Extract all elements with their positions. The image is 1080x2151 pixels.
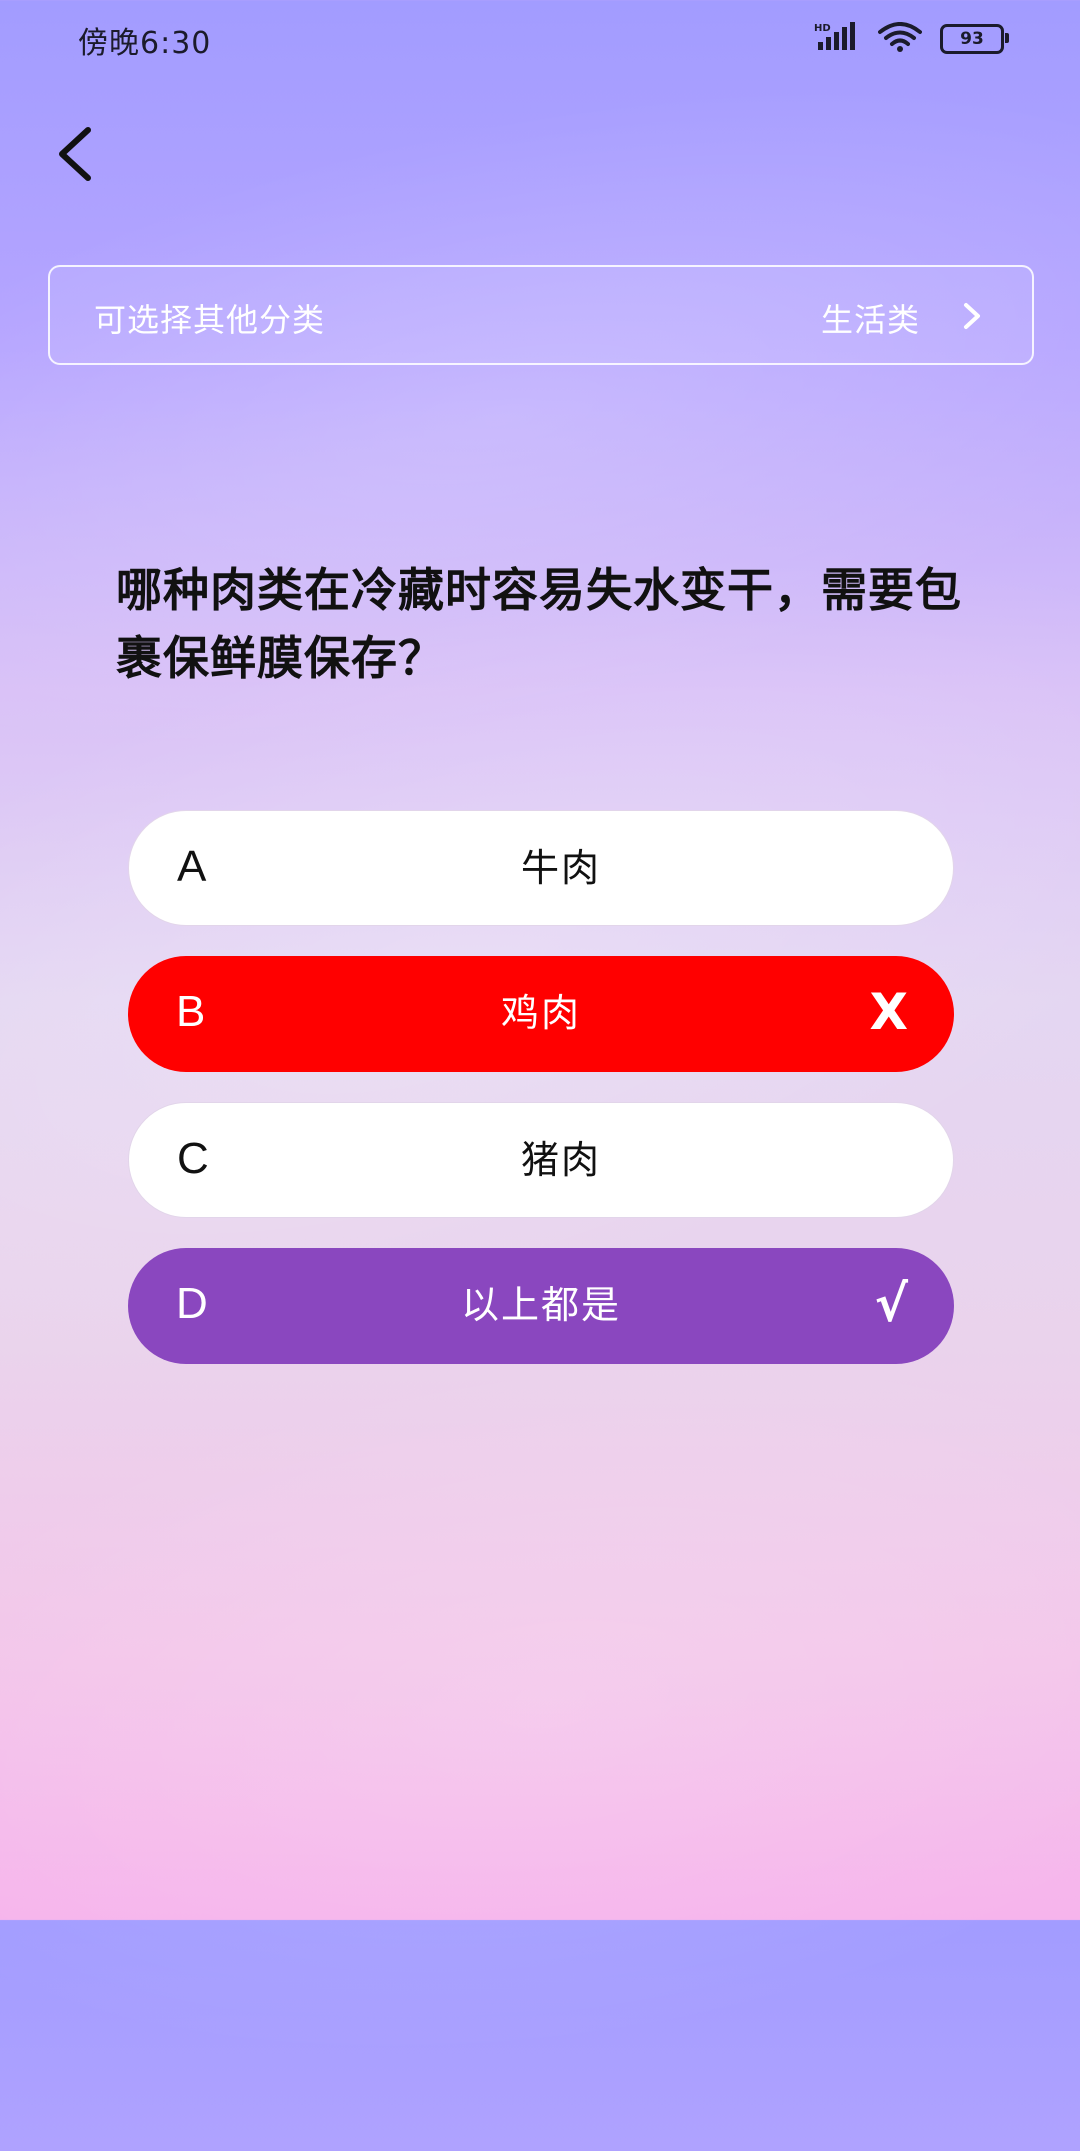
option-c[interactable]: C 猪肉 <box>128 1102 954 1218</box>
options-list: A 牛肉 B 鸡肉 X C 猪肉 D 以上都是 √ <box>128 810 954 1394</box>
back-button[interactable] <box>42 118 106 190</box>
background-wave <box>0 0 1080 880</box>
option-text: 猪肉 <box>520 1138 601 1182</box>
svg-text:HD: HD <box>814 23 831 34</box>
status-bar: 傍晚6:30 HD 93 <box>0 0 1080 80</box>
wifi-icon <box>878 22 922 56</box>
option-text: 以上都是 <box>460 1283 621 1327</box>
battery-level: 93 <box>960 29 984 49</box>
category-current: 生活类 <box>820 301 920 339</box>
battery-icon: 93 <box>940 24 1009 54</box>
option-text: 鸡肉 <box>500 991 581 1035</box>
check-mark-icon: √ <box>874 1275 908 1333</box>
category-selector[interactable]: 可选择其他分类 生活类 <box>48 265 1034 365</box>
category-hint: 可选择其他分类 <box>94 301 326 339</box>
option-d[interactable]: D 以上都是 √ <box>128 1248 954 1364</box>
option-text: 牛肉 <box>520 846 601 890</box>
status-icons: HD 93 <box>814 22 1009 56</box>
option-b[interactable]: B 鸡肉 X <box>128 956 954 1072</box>
chevron-right-icon <box>964 303 980 329</box>
question-text: 哪种肉类在冷藏时容易失水变干，需要包裹保鲜膜保存？ <box>116 563 962 685</box>
back-arrow-icon <box>59 127 91 181</box>
option-a[interactable]: A 牛肉 <box>128 810 954 926</box>
wrong-mark-icon: X <box>869 983 908 1041</box>
status-time: 傍晚6:30 <box>78 26 212 61</box>
signal-icon: HD <box>814 22 860 56</box>
